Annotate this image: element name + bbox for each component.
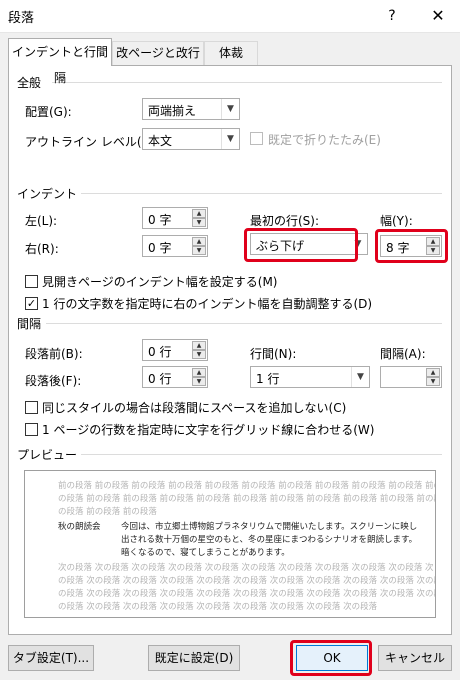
tab-indents-and-spacing[interactable]: インデントと行間隔 (8, 38, 112, 85)
alignment-value: 両端揃え (148, 104, 197, 118)
set-default-button[interactable]: 既定に設定(D) (148, 645, 240, 671)
preview-section-label: プレビュー (17, 446, 82, 463)
right-indent-spinner[interactable]: 0 字 ▲ ▼ (142, 235, 208, 257)
chevron-down-icon: ▼ (221, 99, 239, 119)
first-line-label: 最初の行(S): (250, 214, 320, 228)
space-after-spinner[interactable]: 0 行 ▲ ▼ (142, 366, 208, 388)
spin-up-icon[interactable]: ▲ (426, 368, 440, 377)
auto-adjust-checkbox[interactable]: ✓ (25, 297, 38, 310)
spin-up-icon[interactable]: ▲ (192, 237, 206, 246)
preview-sample-line: 今回は、市立郷土博物館プラネタリウムで開催いたします。スクリーンに映し (121, 522, 418, 532)
tab-asian-typography[interactable]: 体裁 (204, 41, 258, 65)
line-spacing-value: 1 行 (256, 372, 280, 386)
close-button[interactable]: ✕ (424, 4, 452, 28)
snap-to-grid-checkbox[interactable] (25, 423, 38, 436)
section-divider (70, 193, 442, 194)
dont-add-space-label: 同じスタイルの場合は段落間にスペースを追加しない(C) (42, 401, 347, 415)
paragraph-preview: 前の段落 前の段落 前の段落 前の段落 前の段落 前の段落 前の段落 前の段落 … (24, 470, 436, 618)
spin-up-icon[interactable]: ▲ (192, 209, 206, 218)
preview-prev-line: 前の段落 前の段落 前の段落 前の段落 前の段落 前の段落 前の段落 前の段落 … (58, 481, 436, 491)
preview-sample-line: 暗くなるので、寝てしまうことがあります。 (121, 548, 290, 558)
right-indent-value: 0 字 (148, 241, 172, 255)
line-spacing-label: 行間(N): (250, 347, 297, 361)
space-before-label: 段落前(B): (25, 347, 83, 361)
alignment-label: 配置(G): (25, 105, 72, 119)
collapsed-default-label: 既定で折りたたみ(E) (268, 133, 381, 147)
preview-sample-line: 出される数十万個の星空のもと、冬の星座にまつわるシナリオを朗読します。 (121, 535, 418, 545)
preview-next-line: の段落 次の段落 次の段落 次の段落 次の段落 次の段落 次の段落 次の段落 次… (58, 589, 436, 599)
collapsed-default-checkbox[interactable] (250, 132, 263, 145)
preview-prev-line: の段落 前の段落 前の段落 (58, 507, 157, 517)
preview-next-line: の段落 次の段落 次の段落 次の段落 次の段落 次の段落 次の段落 次の段落 次… (58, 602, 378, 612)
cancel-button[interactable]: キャンセル (378, 645, 452, 671)
section-divider (52, 82, 442, 83)
left-indent-value: 0 字 (148, 213, 172, 227)
spin-down-icon[interactable]: ▼ (192, 218, 206, 227)
outline-level-value: 本文 (148, 134, 173, 148)
left-indent-label: 左(L): (25, 214, 58, 228)
outline-level-select[interactable]: 本文 ▼ (142, 128, 240, 150)
preview-sample-term: 秋の朗読会 (58, 522, 101, 532)
spin-down-icon[interactable]: ▼ (426, 377, 440, 386)
alignment-select[interactable]: 両端揃え ▼ (142, 98, 240, 120)
highlight-ok (290, 640, 372, 676)
space-before-value: 0 行 (148, 345, 172, 359)
right-indent-label: 右(R): (25, 242, 59, 256)
snap-to-grid-label: 1 ページの行数を指定時に文字を行グリッド線に合わせる(W) (42, 423, 375, 437)
spin-down-icon[interactable]: ▼ (192, 377, 206, 386)
section-divider (46, 323, 442, 324)
left-indent-spinner[interactable]: 0 字 ▲ ▼ (142, 207, 208, 229)
chevron-down-icon: ▼ (351, 367, 369, 387)
tabs-button[interactable]: タブ設定(T)... (8, 645, 94, 671)
help-button[interactable]: ? (380, 4, 404, 28)
spacing-at-spinner[interactable]: ▲ ▼ (380, 366, 442, 388)
dont-add-space-checkbox[interactable] (25, 401, 38, 414)
highlight-indent-width (375, 229, 448, 263)
preview-next-line: の段落 次の段落 次の段落 次の段落 次の段落 次の段落 次の段落 次の段落 次… (58, 576, 436, 586)
dialog-title: 段落 (8, 11, 35, 26)
highlight-first-line (244, 228, 358, 262)
general-section-label: 全般 (17, 74, 46, 91)
auto-adjust-label: 1 行の文字数を指定時に右のインデント幅を自動調整する(D) (42, 297, 373, 311)
chevron-down-icon: ▼ (221, 129, 239, 149)
indent-section-label: インデント (17, 185, 82, 202)
preview-next-line: 次の段落 次の段落 次の段落 次の段落 次の段落 次の段落 次の段落 次の段落 … (58, 563, 434, 573)
spacing-section-label: 間隔 (17, 315, 46, 332)
space-before-spinner[interactable]: 0 行 ▲ ▼ (142, 339, 208, 361)
tab-line-and-page-breaks[interactable]: 改ページと改行 (112, 41, 204, 65)
section-divider (70, 454, 442, 455)
outline-level-label: アウトライン レベル(O): (25, 135, 160, 149)
mirror-indents-checkbox[interactable] (25, 275, 38, 288)
space-after-value: 0 行 (148, 372, 172, 386)
indent-width-label: 幅(Y): (380, 214, 413, 228)
mirror-indents-label: 見開きページのインデント幅を設定する(M) (42, 275, 278, 289)
spin-up-icon[interactable]: ▲ (192, 341, 206, 350)
spacing-at-label: 間隔(A): (380, 347, 426, 361)
preview-prev-line: の段落 前の段落 前の段落 前の段落 前の段落 前の段落 前の段落 前の段落 前… (58, 494, 436, 504)
line-spacing-select[interactable]: 1 行 ▼ (250, 366, 370, 388)
spin-down-icon[interactable]: ▼ (192, 246, 206, 255)
spin-down-icon[interactable]: ▼ (192, 350, 206, 359)
spin-up-icon[interactable]: ▲ (192, 368, 206, 377)
space-after-label: 段落後(F): (25, 374, 82, 388)
